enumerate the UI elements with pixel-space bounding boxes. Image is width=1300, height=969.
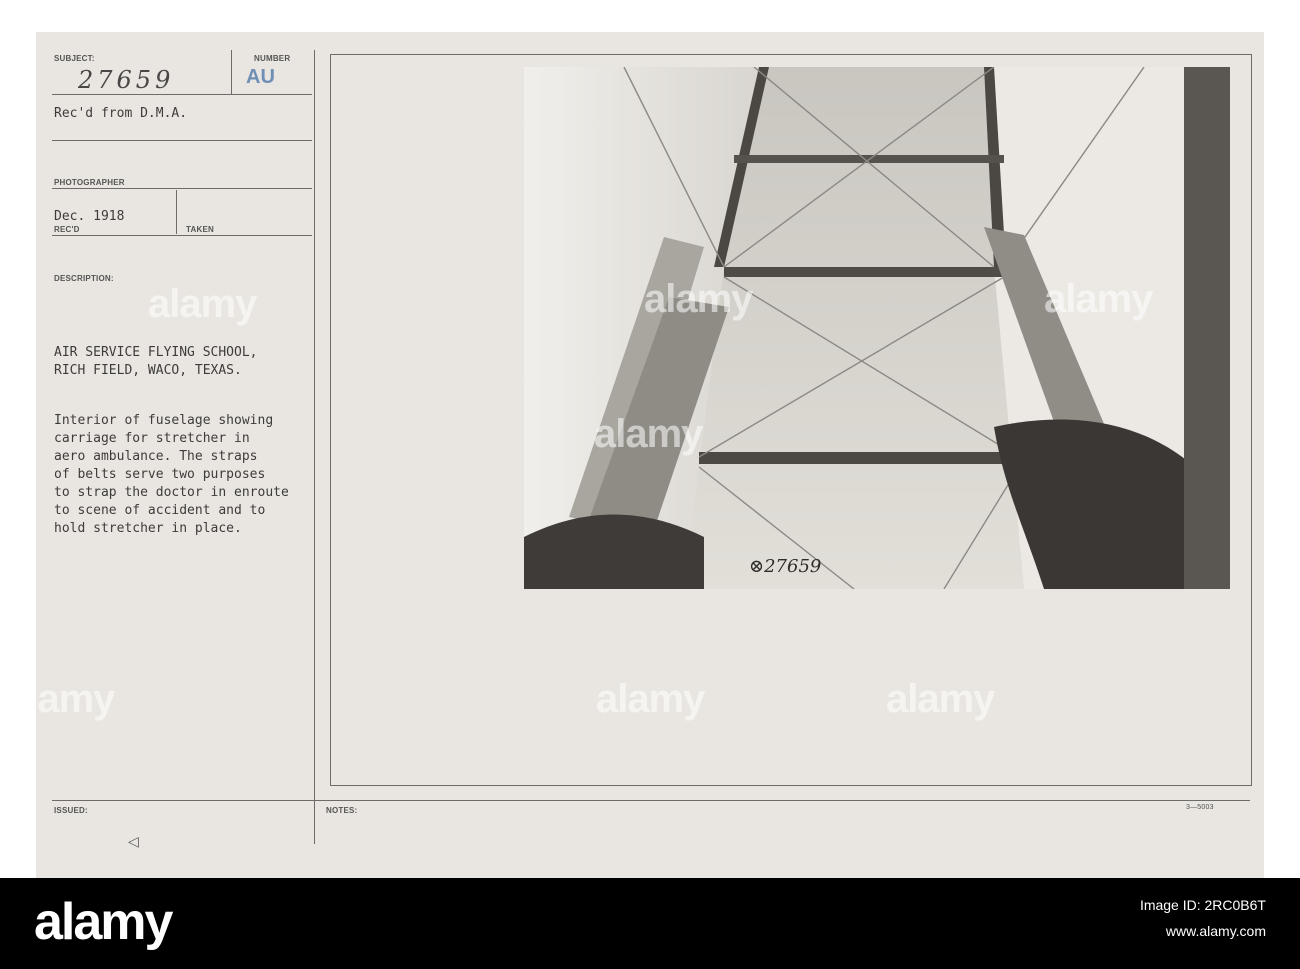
rule: [52, 235, 312, 236]
stock-footer: alamy Image ID: 2RC0B6T www.alamy.com: [0, 878, 1300, 969]
date-received: Dec. 1918: [54, 209, 125, 224]
subject-number: 27659: [78, 66, 175, 94]
description-text: Interior of fuselage showing carriage fo…: [54, 412, 289, 538]
rule: [52, 94, 312, 95]
watermark: alamy: [148, 282, 257, 326]
watermark: alamy: [594, 412, 703, 456]
arrow-mark-icon: ◁: [128, 834, 139, 850]
description-line: aero ambulance. The straps: [54, 449, 258, 464]
rule: [52, 140, 312, 141]
watermark: alamy: [1044, 277, 1153, 321]
form-code: 3—5003: [1186, 804, 1214, 811]
rule: [52, 800, 1250, 801]
location-line-1: AIR SERVICE FLYING SCHOOL,: [54, 345, 258, 360]
image-id: Image ID: 2RC0B6T: [1139, 897, 1266, 913]
watermark: alamy: [596, 677, 705, 721]
number-stamp: AU: [246, 66, 275, 88]
description-line: of belts serve two purposes: [54, 467, 266, 482]
subject-label: SUBJECT:: [54, 54, 95, 63]
fuselage-interior-illustration: ⊗27659: [524, 67, 1230, 589]
taken-label: TAKEN: [186, 225, 214, 234]
rule: [231, 50, 232, 94]
description-line: carriage for stretcher in: [54, 431, 250, 446]
location-line-2: RICH FIELD, WACO, TEXAS.: [54, 363, 242, 378]
rule: [176, 190, 177, 234]
column-divider: [314, 50, 315, 844]
notes-label: NOTES:: [326, 806, 358, 815]
received-from: Rec'd from D.M.A.: [54, 106, 188, 121]
description-line: hold stretcher in place.: [54, 521, 242, 536]
brand-logo[interactable]: alamy: [34, 892, 173, 952]
recd-label: REC'D: [54, 225, 80, 234]
photo-caption: ⊗27659: [749, 556, 821, 577]
description-line: to strap the doctor in enroute: [54, 485, 289, 500]
photographer-label: PHOTOGRAPHER: [54, 178, 125, 187]
description-label: DESCRIPTION:: [54, 274, 114, 283]
watermark: alamy: [644, 277, 753, 321]
description-line: to scene of accident and to: [54, 503, 266, 518]
number-label: NUMBER: [254, 54, 291, 63]
fuselage-photo: ⊗27659 alamy alamy alamy: [524, 67, 1230, 589]
watermark: alamy: [6, 677, 115, 721]
description-line: Interior of fuselage showing: [54, 413, 274, 428]
site-url[interactable]: www.alamy.com: [1140, 918, 1266, 944]
rule: [52, 188, 312, 189]
image-info: Image ID: 2RC0B6T www.alamy.com: [1140, 892, 1266, 944]
issued-label: ISSUED:: [54, 806, 88, 815]
watermark: alamy: [886, 677, 995, 721]
